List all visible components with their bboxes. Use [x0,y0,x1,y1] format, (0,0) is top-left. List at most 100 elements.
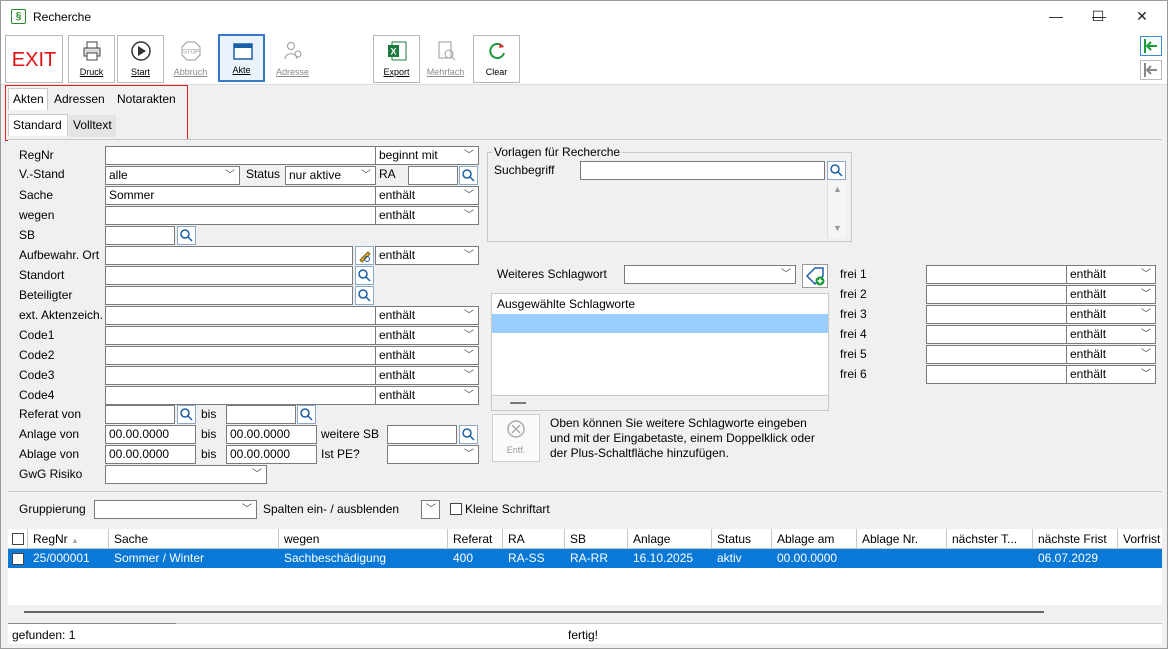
table-row[interactable]: 25/000001 Sommer / Winter Sachbeschädigu… [8,549,1162,568]
frei5-label: frei 5 [840,347,867,361]
regnr-input[interactable] [105,146,376,165]
ablage-von-input[interactable]: 00.00.0000 [105,445,196,464]
col-anlage[interactable]: Anlage [628,529,712,549]
start-button[interactable]: Start [117,35,164,83]
header-checkbox-cell[interactable] [8,529,28,549]
col-naechster-termin[interactable]: nächster T... [947,529,1033,549]
excel-icon: X [388,41,407,61]
schlagworte-selected-row[interactable] [492,314,828,333]
sb-input[interactable] [105,226,175,245]
code2-label: Code2 [19,348,55,362]
referat-von-search-button[interactable] [177,405,196,424]
col-ablage-nr[interactable]: Ablage Nr. [857,529,947,549]
frei5-input[interactable] [926,345,1067,364]
sache-input[interactable]: Sommer [105,186,376,205]
code2-input[interactable] [105,346,376,365]
akte-button[interactable]: Akte [218,34,265,82]
frei5-op-select[interactable]: enthält ﹀ [1066,345,1156,364]
ablage-bis-input[interactable]: 00.00.0000 [226,445,317,464]
status-select[interactable]: nur aktive ﹀ [285,166,376,185]
frei2-op-select[interactable]: enthält ﹀ [1066,285,1156,304]
beteiligter-input[interactable] [105,286,353,305]
code3-op-select[interactable]: enthält ﹀ [375,366,479,385]
spalten-dropdown[interactable]: ﹀ [421,500,440,519]
referat-bis-input[interactable] [226,405,296,424]
code3-input[interactable] [105,366,376,385]
suchbegriff-search-button[interactable] [827,161,846,180]
standort-input[interactable] [105,266,353,285]
ra-search-button[interactable] [459,166,478,185]
maximize-button[interactable]: ☐ [1075,1,1121,32]
col-referat[interactable]: Referat [448,529,503,549]
clear-button[interactable]: Clear [473,35,520,83]
vorlagen-scrollbar[interactable]: ▲ ▼ [827,181,846,238]
regnr-op-select[interactable]: beginnt mit ﹀ [375,146,479,165]
standort-search-button[interactable] [355,266,374,285]
abbruch-button[interactable]: STOP Abbruch [167,35,214,83]
frei3-op-select[interactable]: enthält ﹀ [1066,305,1156,324]
kleine-schrift-checkbox[interactable] [450,503,462,515]
anlage-bis-input[interactable]: 00.00.0000 [226,425,317,444]
close-button[interactable]: ✕ [1119,1,1165,32]
sb-search-button[interactable] [177,226,196,245]
entf-button[interactable]: Entf. [492,414,540,462]
col-wegen[interactable]: wegen [279,529,448,549]
frei3-input[interactable] [926,305,1067,324]
adresse-button[interactable]: Adresse [269,35,316,83]
code2-op-select[interactable]: enthält ﹀ [375,346,479,365]
undock-button[interactable] [1140,60,1162,80]
referat-von-input[interactable] [105,405,175,424]
col-sache[interactable]: Sache [109,529,279,549]
druck-button[interactable]: Druck [68,35,115,83]
aufbewahr-input[interactable] [105,246,353,265]
code1-input[interactable] [105,326,376,345]
export-button[interactable]: X Export [373,35,420,83]
col-sb[interactable]: SB [565,529,628,549]
add-schlagwort-button[interactable] [802,264,828,288]
ext-op-select[interactable]: enthält ﹀ [375,306,479,325]
code4-op-select[interactable]: enthält ﹀ [375,386,479,405]
col-vorfrist[interactable]: Vorfrist [1118,529,1162,549]
col-regnr[interactable]: RegNr ▲ [28,529,109,549]
vstand-select[interactable]: alle ﹀ [105,166,240,185]
exit-button[interactable]: EXIT [5,35,63,83]
beteiligter-search-button[interactable] [355,286,374,305]
suchbegriff-input[interactable] [580,161,825,180]
frei6-input[interactable] [926,365,1067,384]
grid-hscroll[interactable] [8,605,1162,619]
code4-input[interactable] [105,386,376,405]
wegen-input[interactable] [105,206,376,225]
sache-op-select[interactable]: enthält ﹀ [375,186,479,205]
anlage-von-input[interactable]: 00.00.0000 [105,425,196,444]
schlagworte-hscroll[interactable] [491,395,829,411]
frei6-op-select[interactable]: enthält ﹀ [1066,365,1156,384]
weitere-sb-search-button[interactable] [459,425,478,444]
referat-bis-search-button[interactable] [297,405,316,424]
code1-op-select[interactable]: enthält ﹀ [375,326,479,345]
frei1-op-select[interactable]: enthält ﹀ [1066,265,1156,284]
schlagwort-select[interactable]: ﹀ [624,265,796,284]
select-all-checkbox[interactable] [12,533,24,545]
dock-left-button[interactable] [1140,36,1162,56]
gruppierung-select[interactable]: ﹀ [94,500,257,519]
mehrfach-button[interactable]: Mehrfach [422,35,469,83]
frei4-input[interactable] [926,325,1067,344]
frei2-input[interactable] [926,285,1067,304]
ist-pe-select[interactable]: ﹀ [387,445,479,464]
wegen-op-select[interactable]: enthält ﹀ [375,206,479,225]
minimize-button-2[interactable]: — [1033,1,1079,32]
frei2-op-value: enthält [1070,287,1107,301]
ext-input[interactable] [105,306,376,325]
col-ablage-am[interactable]: Ablage am [772,529,857,549]
ra-input[interactable] [408,166,458,185]
gwg-select[interactable]: ﹀ [105,465,267,484]
frei4-op-select[interactable]: enthält ﹀ [1066,325,1156,344]
weitere-sb-input[interactable] [387,425,457,444]
aufbewahr-pick-button[interactable] [355,246,374,265]
row-checkbox[interactable] [12,553,24,565]
frei1-input[interactable] [926,265,1067,284]
col-naechste-frist[interactable]: nächste Frist [1033,529,1118,549]
col-status[interactable]: Status [712,529,772,549]
aufbewahr-op-select[interactable]: enthält ﹀ [375,246,479,265]
col-ra[interactable]: RA [503,529,565,549]
